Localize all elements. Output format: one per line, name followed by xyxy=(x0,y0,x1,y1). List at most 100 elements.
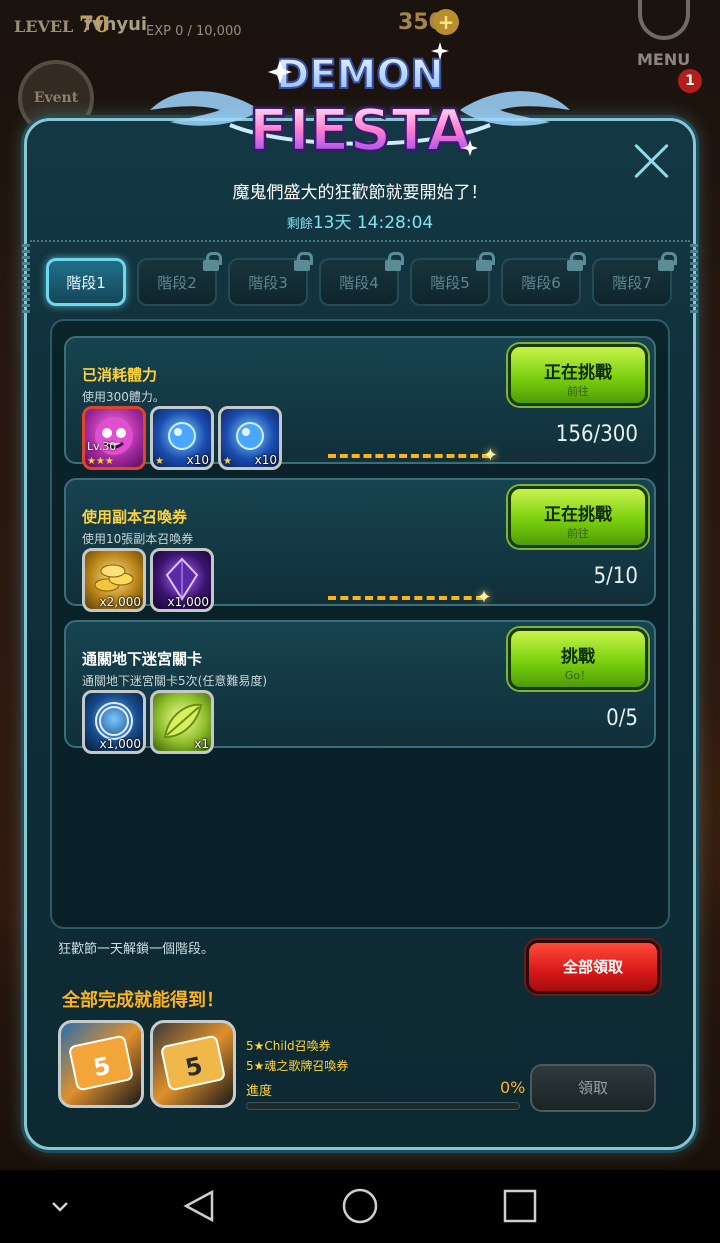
reward-qty: x10 xyxy=(254,453,277,467)
progress-label: 進度 xyxy=(246,1084,273,1099)
lock-icon xyxy=(385,252,404,271)
claim-all-button[interactable]: 全部領取 xyxy=(526,940,660,994)
stage-tabs: 階段1 階段2 階段3 階段4 階段5 階段6 階段7 xyxy=(46,252,677,308)
demon-fiesta-logo: DEMON FIESTA xyxy=(150,42,570,165)
tab-label: 階段2 xyxy=(157,273,197,292)
side-decoration-left xyxy=(22,244,30,314)
spark-icon: ✦ xyxy=(482,445,498,466)
reward-qty: x1,000 xyxy=(99,737,141,751)
menu-icon[interactable] xyxy=(638,0,690,40)
reward-list: x2,000 x1,000 xyxy=(82,548,214,614)
mission-card: 通關地下迷宮關卡 通關地下迷宮關卡5次(任意難易度) x1,000 x1 0/5… xyxy=(64,620,656,754)
ticket-icon: 5 xyxy=(161,1035,225,1091)
mission-progress: 156/300 xyxy=(555,422,638,447)
reward-item[interactable]: x1,000 xyxy=(150,548,214,612)
progress-bar: ✦ xyxy=(328,587,640,608)
reward-item[interactable]: x10 ★ xyxy=(218,406,282,470)
side-decoration-right xyxy=(690,244,698,314)
tab-label: 階段7 xyxy=(612,273,652,292)
timer-label: 剩餘 xyxy=(286,217,313,232)
timer-value: 13天 14:28:04 xyxy=(312,213,434,233)
lock-icon xyxy=(294,252,313,271)
go-button[interactable]: 正在挑戰 前往 xyxy=(508,344,648,406)
progress-bar xyxy=(328,740,640,742)
reward-list: Lv.30 ★★★ x10 ★ x10 ★ xyxy=(82,406,282,472)
go-button-sublabel: 前往 xyxy=(567,527,589,540)
spark-icon: ✦ xyxy=(476,587,492,608)
logo-line2: FIESTA xyxy=(249,96,472,164)
reward-item[interactable]: Lv.30 ★★★ xyxy=(82,406,146,470)
mission-card: 使用副本召喚券 使用10張副本召喚券 x2,000 x1,000 5/10 ✦ … xyxy=(64,478,656,612)
event-timer: 剩餘13天 14:28:04 xyxy=(0,208,720,233)
player-name: fvhyui xyxy=(84,14,148,35)
reward-stars: ★ xyxy=(223,456,232,467)
reward-stars: ★★★ xyxy=(87,456,114,467)
mission-description: 通關地下迷宮關卡5次(任意難易度) xyxy=(82,674,267,688)
ticket-icon: 5 xyxy=(69,1035,133,1091)
event-subtitle: 魔鬼們盛大的狂歡節就要開始了！ xyxy=(232,183,488,203)
progress-fill xyxy=(328,596,484,601)
final-reward-list: 5★Child召喚券 5★魂之歌牌召喚券 xyxy=(246,1036,348,1076)
tab-label: 階段6 xyxy=(521,273,561,292)
reward-qty: x1 xyxy=(194,737,209,751)
tab-stage-4[interactable]: 階段4 xyxy=(319,252,404,306)
lock-icon xyxy=(658,252,677,271)
progress-bar: ✦ xyxy=(328,445,640,466)
challenge-button-sublabel: Go！ xyxy=(564,669,592,682)
go-button-label: 正在挑戰 xyxy=(544,505,612,525)
lock-icon xyxy=(567,252,586,271)
final-reward-name: 5★魂之歌牌召喚券 xyxy=(246,1059,349,1073)
reward-item[interactable]: x1,000 xyxy=(82,690,146,754)
reward-item[interactable]: x2,000 xyxy=(82,548,146,612)
tab-label: 階段1 xyxy=(66,273,106,292)
divider xyxy=(30,240,690,242)
reward-qty: x2,000 xyxy=(99,595,141,609)
claim-button[interactable]: 領取 xyxy=(530,1064,656,1112)
reward-item[interactable]: x1 xyxy=(150,690,214,754)
reward-qty: x10 xyxy=(186,453,209,467)
tab-label: 階段4 xyxy=(339,273,379,292)
reward-qty: x1,000 xyxy=(167,595,209,609)
challenge-button[interactable]: 挑戰 Go！ xyxy=(508,628,648,690)
progress-percent: 0% xyxy=(500,1078,526,1097)
menu-label[interactable]: MENU xyxy=(637,50,690,69)
mission-title: 已消耗體力 xyxy=(82,366,158,384)
progress-fill xyxy=(328,454,491,459)
nav-recents-icon[interactable] xyxy=(500,1186,540,1226)
reward-stars: ★ xyxy=(155,456,164,467)
go-button[interactable]: 正在挑戰 前往 xyxy=(508,486,648,548)
mission-card: 已消耗體力 使用300體力。 Lv.30 ★★★ x10 ★ x10 ★ 156… xyxy=(64,336,656,470)
lock-icon xyxy=(203,252,222,271)
tab-stage-6[interactable]: 階段6 xyxy=(501,252,586,306)
tab-label: 階段3 xyxy=(248,273,288,292)
final-reward-soul-ticket[interactable]: 5 xyxy=(150,1020,236,1108)
tab-stage-3[interactable]: 階段3 xyxy=(228,252,313,306)
lock-icon xyxy=(476,252,495,271)
reward-item[interactable]: x10 ★ xyxy=(150,406,214,470)
mission-description: 使用300體力。 xyxy=(82,390,165,404)
reward-list: x1,000 x1 xyxy=(82,690,214,756)
mission-progress: 0/5 xyxy=(606,706,638,731)
tab-stage-1[interactable]: 階段1 xyxy=(46,258,126,306)
final-reward-child-ticket[interactable]: 5 xyxy=(58,1020,144,1108)
final-reward-name: 5★Child召喚券 xyxy=(246,1039,331,1053)
nav-hide-icon[interactable] xyxy=(40,1186,80,1226)
close-icon[interactable] xyxy=(632,140,672,180)
tab-stage-5[interactable]: 階段5 xyxy=(410,252,495,306)
mail-badge: 1 xyxy=(678,69,702,93)
reward-level: Lv.30 xyxy=(87,440,117,453)
mission-title: 使用副本召喚券 xyxy=(82,508,188,526)
unlock-note: 狂歡節一天解鎖一個階段。 xyxy=(58,942,215,957)
mission-title: 通關地下迷宮關卡 xyxy=(82,650,203,668)
go-button-sublabel: 前往 xyxy=(567,385,589,398)
tab-stage-7[interactable]: 階段7 xyxy=(592,252,677,306)
go-button-label: 正在挑戰 xyxy=(544,363,612,383)
mission-description: 使用10張副本召喚券 xyxy=(82,532,194,546)
logo-line1: DEMON xyxy=(276,52,444,98)
nav-back-icon[interactable] xyxy=(180,1186,220,1226)
nav-home-icon[interactable] xyxy=(340,1186,380,1226)
tab-label: 階段5 xyxy=(430,273,470,292)
completion-reward-label: 全部完成就能得到！ xyxy=(62,990,224,1011)
challenge-button-label: 挑戰 xyxy=(561,647,595,667)
tab-stage-2[interactable]: 階段2 xyxy=(137,252,222,306)
